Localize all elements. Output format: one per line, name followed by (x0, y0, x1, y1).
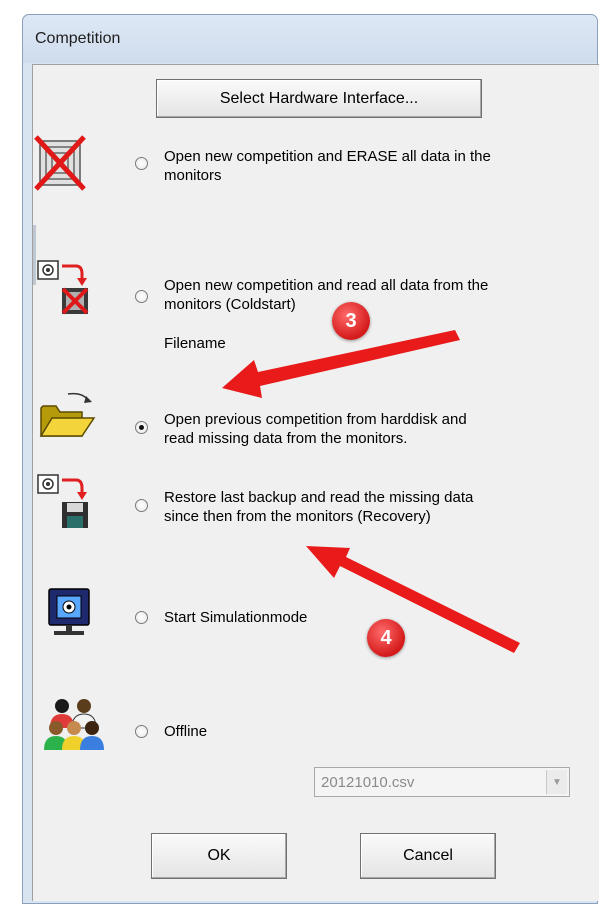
annotation-arrow-4 (306, 546, 520, 653)
annotation-badge-3: 3 (332, 302, 370, 340)
annotation-arrows (222, 330, 520, 653)
annotation-arrow-3 (222, 330, 460, 398)
annotation-badge-4: 4 (367, 619, 405, 657)
